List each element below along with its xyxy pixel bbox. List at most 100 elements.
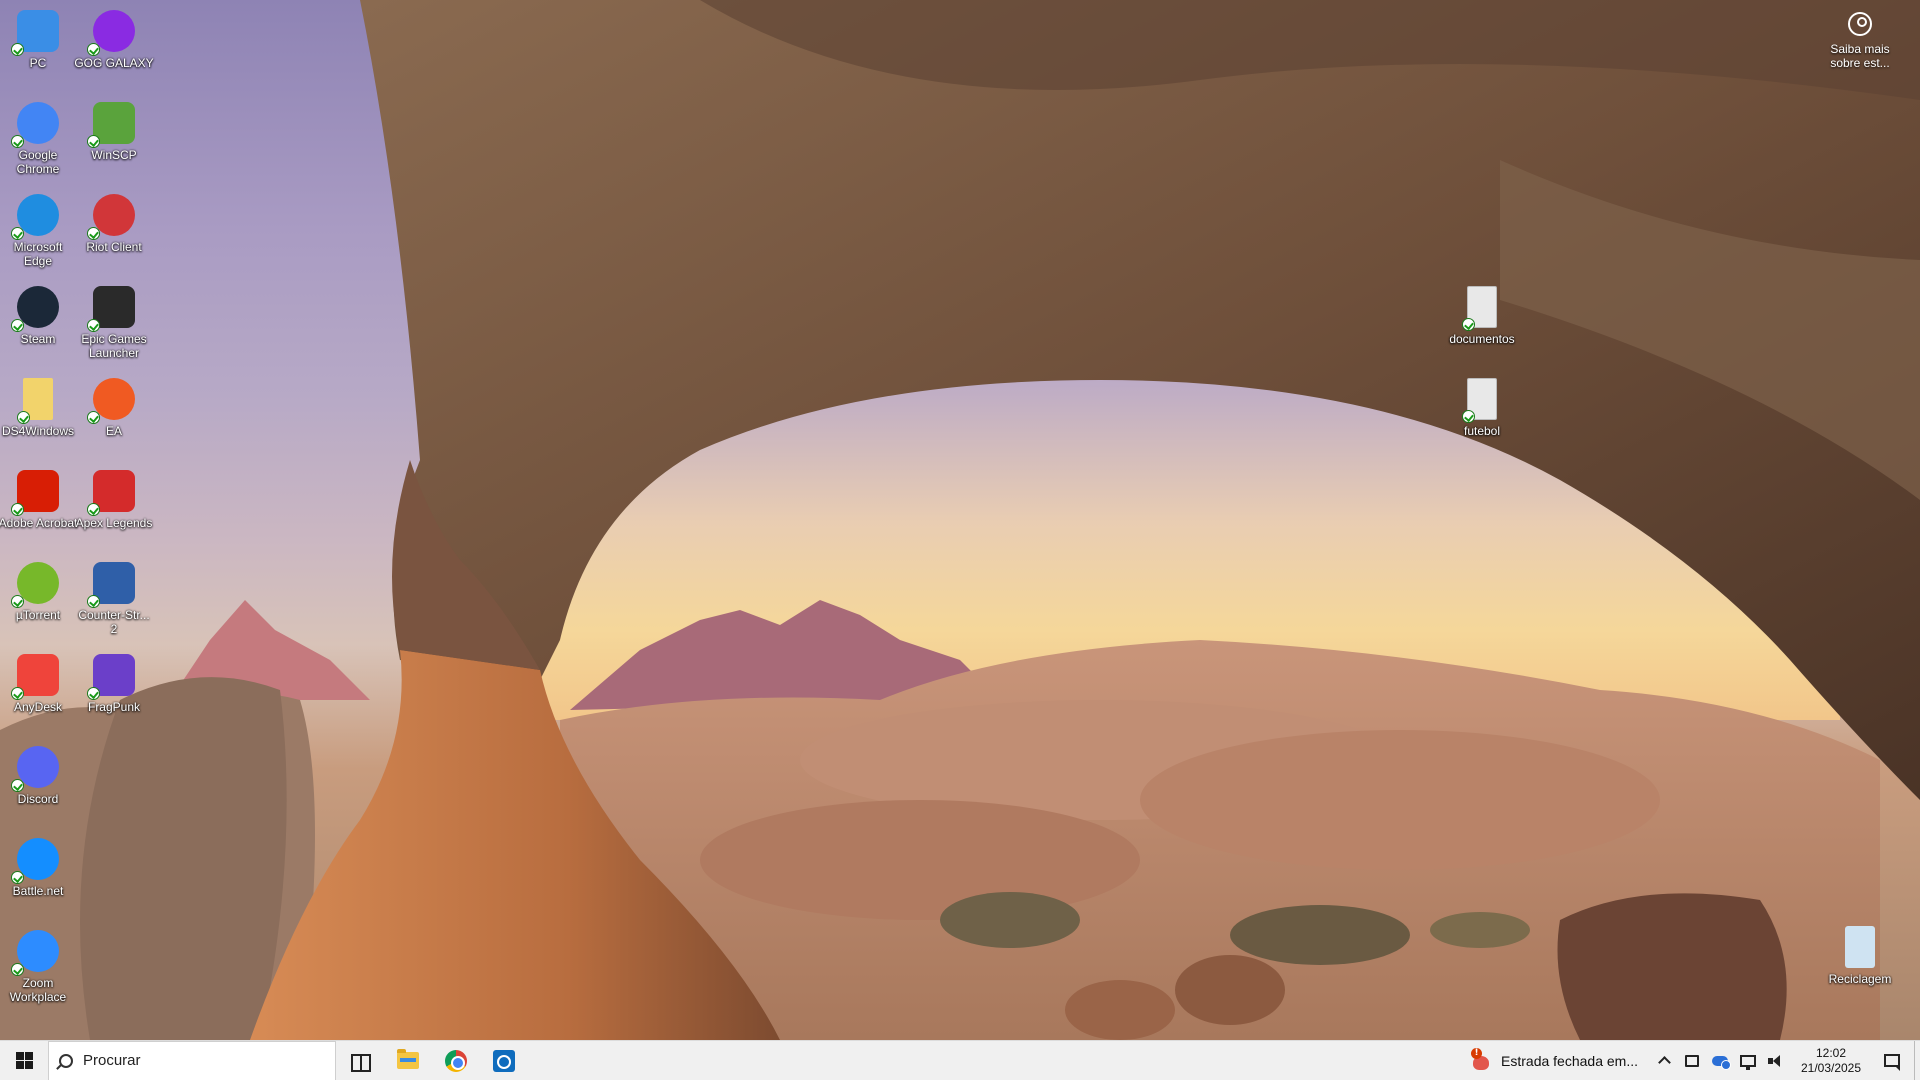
wallpaper-art [0, 0, 1920, 1040]
search-input[interactable] [83, 1052, 303, 1069]
discord-icon [11, 746, 59, 792]
pdf-icon [1462, 378, 1497, 423]
counter-strike-icon [87, 562, 135, 608]
sync-status-icon [11, 871, 24, 884]
file-explorer-icon [397, 1049, 419, 1069]
desktop-icon-futebol[interactable]: futebol [1444, 372, 1520, 458]
taskbar-search[interactable] [48, 1040, 336, 1080]
desktop-icon-apex-legends[interactable]: Apex Legends [76, 464, 152, 550]
recycle-bin-icon [1845, 926, 1875, 968]
winscp-icon [87, 102, 135, 148]
desktop-icon-ea[interactable]: EA [76, 372, 152, 458]
ea-icon [87, 378, 135, 424]
show-desktop-button[interactable] [1914, 1040, 1920, 1080]
desktop-icon-anydesk[interactable]: AnyDesk [0, 648, 76, 734]
outlook-icon [493, 1049, 515, 1072]
sync-status-icon [87, 595, 100, 608]
notification-icon [1884, 1054, 1900, 1071]
desktop-icon-zoom-workplace[interactable]: Zoom Workplace [0, 924, 76, 1010]
desktop-icon-label: documentos [1449, 332, 1515, 346]
news-widget[interactable]: Estrada fechada em... [1461, 1041, 1648, 1080]
clock-date: 21/03/2025 [1800, 1060, 1862, 1075]
desktop-icon-discord[interactable]: Discord [0, 740, 76, 826]
sync-status-icon [11, 503, 24, 516]
desktop-icon-ds4windows[interactable]: DS4Windows [0, 372, 76, 458]
desktop-icon-epic-games-launcher[interactable]: Epic Games Launcher [76, 280, 152, 366]
desktop-icon-label: FragPunk [87, 700, 141, 714]
riot-client-icon [87, 194, 135, 240]
task-view-button[interactable] [336, 1041, 384, 1080]
sync-status-icon [87, 319, 100, 332]
outlook-taskbar-button[interactable] [480, 1041, 528, 1080]
clock-time: 12:02 [1815, 1045, 1847, 1060]
desktop-icon-utorrent[interactable]: µTorrent [0, 556, 76, 642]
learn-more-button[interactable]: Saiba mais sobre est... [1820, 12, 1900, 70]
desktop-icon-label: Apex Legends [75, 516, 153, 530]
system-tray [1648, 1041, 1792, 1080]
desktop-icon-battle-net[interactable]: Battle.net [0, 832, 76, 918]
desktop-icon-label: Zoom Workplace [9, 976, 67, 1004]
gog-galaxy-icon [87, 10, 135, 56]
desktop-icon-reciclagem[interactable]: Reciclagem [1822, 920, 1898, 1006]
sync-status-icon [11, 227, 24, 240]
news-text: Estrada fechada em... [1501, 1052, 1638, 1069]
desktop-icon-steam[interactable]: Steam [0, 280, 76, 366]
sync-status-icon [11, 43, 24, 56]
tray-monitor-button[interactable] [1680, 1041, 1704, 1080]
sync-status-icon [87, 43, 100, 56]
desktop-icon-label: Reciclagem [1828, 972, 1892, 986]
clock[interactable]: 12:02 21/03/2025 [1792, 1041, 1870, 1080]
desktop-icon-label: Microsoft Edge [13, 240, 63, 268]
apex-icon [87, 470, 135, 516]
start-button[interactable] [0, 1041, 48, 1080]
desktop-icon-label: DS4Windows [1, 424, 75, 438]
tray-volume-button[interactable] [1764, 1041, 1788, 1080]
anydesk-icon [11, 654, 59, 700]
desktop-icon-label: PC [29, 56, 47, 70]
utorrent-icon [11, 562, 59, 608]
desktop-icon-gog-galaxy[interactable]: GOG GALAXY [74, 4, 154, 90]
desktop-icon-adobe-acrobat[interactable]: Adobe Acrobat [0, 464, 78, 550]
taskbar: Estrada fechada em... 12:02 21/03/2025 [0, 1040, 1920, 1080]
zoom-icon [11, 930, 59, 976]
show-hidden-icons-button[interactable] [1652, 1041, 1676, 1080]
file-explorer-button[interactable] [384, 1041, 432, 1080]
desktop-icon-label: GOG GALAXY [74, 56, 154, 70]
desktop-icon-label: Counter-Str... 2 [78, 608, 150, 636]
traffic-alert-icon [1471, 1047, 1493, 1072]
sync-status-icon [11, 319, 24, 332]
sync-status-icon [87, 135, 100, 148]
desktop-icon-pc[interactable]: PC [0, 4, 76, 90]
steam-icon [11, 286, 59, 332]
sync-status-icon [1462, 318, 1475, 331]
desktop-icon-label: Adobe Acrobat [0, 516, 78, 530]
sync-status-icon [11, 963, 24, 976]
notification-center-button[interactable] [1870, 1041, 1914, 1080]
desktop-icon-microsoft-edge[interactable]: Microsoft Edge [0, 188, 76, 274]
desktop-icon-counter-strike-2[interactable]: Counter-Str... 2 [76, 556, 152, 642]
desktop-icon-label: Google Chrome [16, 148, 60, 176]
chrome-icon [11, 102, 59, 148]
desktop-icon-label: Battle.net [12, 884, 64, 898]
desktop-icon-label: Steam [20, 332, 56, 346]
sync-status-icon [11, 779, 24, 792]
battlenet-icon [11, 838, 59, 884]
desktop-icon-documentos[interactable]: documentos [1444, 280, 1520, 366]
desktop-icon-fragpunk[interactable]: FragPunk [76, 648, 152, 734]
network-icon [1740, 1054, 1756, 1070]
folder-icon [17, 378, 53, 424]
desktop-icon-google-chrome[interactable]: Google Chrome [0, 96, 76, 182]
desktop-icon-winscp[interactable]: WinSCP [76, 96, 152, 182]
sync-status-icon [1462, 410, 1475, 423]
camera-info-icon [1848, 12, 1872, 36]
tray-network-button[interactable] [1736, 1041, 1760, 1080]
chrome-taskbar-button[interactable] [432, 1041, 480, 1080]
edge-icon [11, 194, 59, 240]
desktop-icon-label: AnyDesk [13, 700, 63, 714]
desktop-icon-label: WinSCP [91, 148, 137, 162]
tray-onedrive-button[interactable] [1708, 1041, 1732, 1080]
sync-status-icon [87, 411, 100, 424]
monitor-icon [11, 10, 59, 56]
desktop-icon-riot-client[interactable]: Riot Client [76, 188, 152, 274]
sync-status-icon [87, 687, 100, 700]
